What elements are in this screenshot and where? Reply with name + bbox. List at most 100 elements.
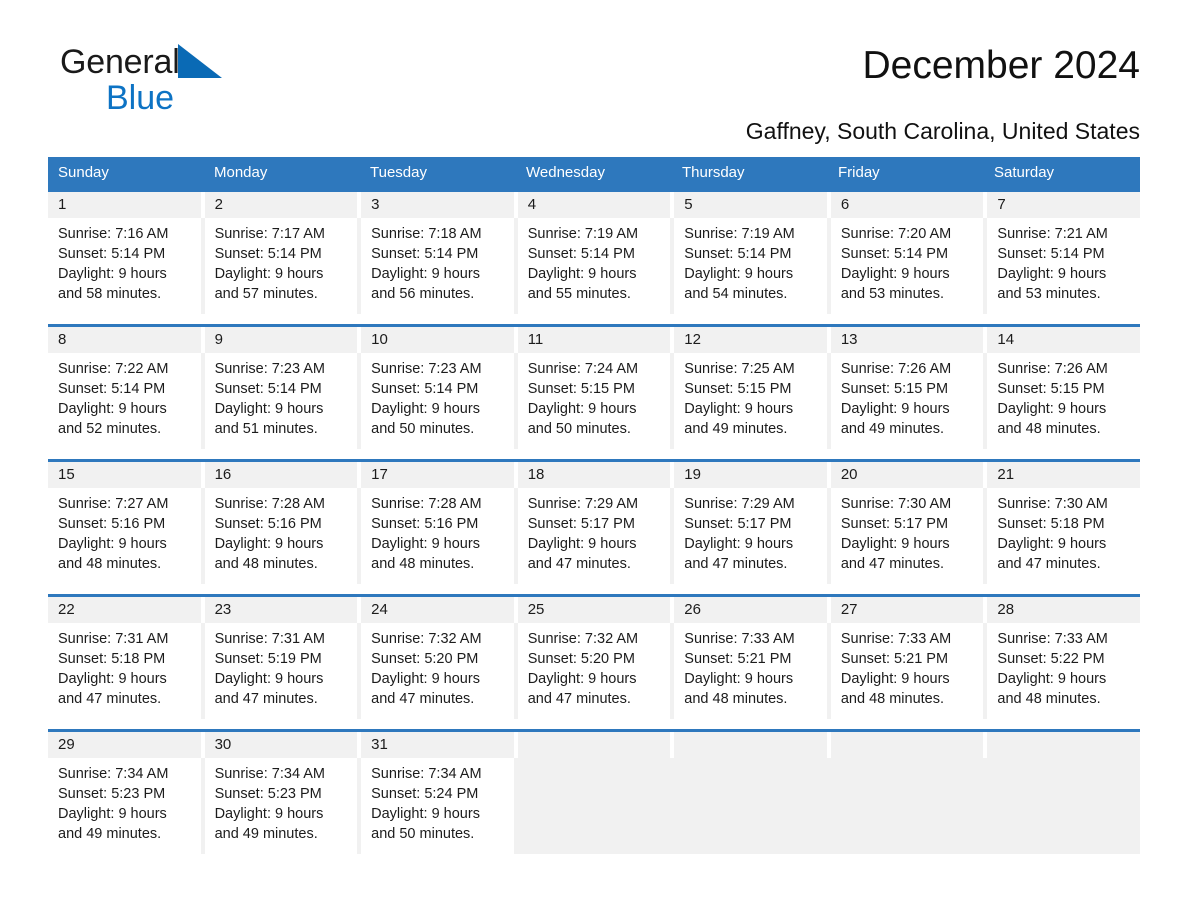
daylight-text-line2: and 47 minutes. <box>997 556 1101 572</box>
day-cell[interactable]: 1 Sunrise: 7:16 AM Sunset: 5:14 PM Daylight… <box>48 192 205 314</box>
logo-text-blue: Blue <box>106 79 175 117</box>
day-details <box>518 758 671 854</box>
day-cell[interactable]: 19 Sunrise: 7:29 AM Sunset: 5:17 PM Dayligh… <box>674 462 831 584</box>
day-cell[interactable]: 7 Sunrise: 7:21 AM Sunset: 5:14 PM Daylight… <box>987 192 1140 314</box>
daylight-text-line2: and 47 minutes. <box>58 691 162 707</box>
daylight-text-line2: and 48 minutes. <box>997 421 1101 437</box>
day-cell[interactable]: 6 Sunrise: 7:20 AM Sunset: 5:14 PM Daylight… <box>830 192 987 314</box>
day-cell[interactable]: 23 Sunrise: 7:31 AM Sunset: 5:19 PM Dayligh… <box>204 597 361 719</box>
week-row: 8 Sunrise: 7:22 AM Sunset: 5:14 PM Daylight… <box>48 324 1140 449</box>
sunrise-text: Sunrise: 7:16 AM <box>58 226 169 242</box>
day-details: Sunrise: 7:29 AM Sunset: 5:17 PM Daylight:… <box>674 488 827 584</box>
day-cell[interactable]: 28 Sunrise: 7:33 AM Sunset: 5:22 PM Dayligh… <box>987 597 1140 719</box>
day-details: Sunrise: 7:33 AM Sunset: 5:21 PM Daylight:… <box>674 623 827 719</box>
sunset-text: Sunset: 5:20 PM <box>527 651 635 667</box>
day-cell[interactable]: 14 Sunrise: 7:26 AM Sunset: 5:15 PM Dayligh… <box>987 327 1140 449</box>
day-details: Sunrise: 7:30 AM Sunset: 5:17 PM Daylight:… <box>830 488 984 584</box>
daylight-text-line1: Daylight: 9 hours <box>527 266 637 282</box>
day-cell[interactable]: 26 Sunrise: 7:33 AM Sunset: 5:21 PM Dayligh… <box>674 597 831 719</box>
day-number: 12 <box>684 331 701 348</box>
daylight-text-line2: and 48 minutes. <box>214 556 318 572</box>
day-number: 1 <box>58 196 67 213</box>
sunset-text: Sunset: 5:21 PM <box>840 651 949 667</box>
day-cell[interactable]: 24 Sunrise: 7:32 AM Sunset: 5:20 PM Dayligh… <box>361 597 518 719</box>
sunrise-text: Sunrise: 7:30 AM <box>840 496 952 512</box>
daylight-text-line2: and 48 minutes. <box>840 691 945 707</box>
sunset-text: Sunset: 5:14 PM <box>684 246 792 262</box>
daylight-text-line1: Daylight: 9 hours <box>371 806 480 822</box>
day-cell[interactable]: 4 Sunrise: 7:19 AM Sunset: 5:14 PM Daylight… <box>517 192 674 314</box>
day-details: Sunrise: 7:33 AM Sunset: 5:21 PM Daylight:… <box>830 623 984 719</box>
sunset-text: Sunset: 5:14 PM <box>997 246 1105 262</box>
day-number: 29 <box>58 736 75 753</box>
daylight-text-line2: and 47 minutes. <box>684 556 788 572</box>
day-cell[interactable]: 10 Sunrise: 7:23 AM Sunset: 5:14 PM Dayligh… <box>361 327 518 449</box>
daylight-text-line2: and 48 minutes. <box>58 556 162 572</box>
daylight-text-line1: Daylight: 9 hours <box>214 266 324 282</box>
weekday-header-monday: Monday <box>214 164 268 181</box>
page-title: December 2024 <box>862 44 1141 87</box>
sunrise-text: Sunrise: 7:33 AM <box>684 631 795 647</box>
day-cell[interactable]: 29 Sunrise: 7:34 AM Sunset: 5:23 PM Dayligh… <box>48 732 205 854</box>
daylight-text-line1: Daylight: 9 hours <box>58 671 167 687</box>
sunset-text: Sunset: 5:15 PM <box>527 381 635 397</box>
day-cell[interactable]: 27 Sunrise: 7:33 AM Sunset: 5:21 PM Dayligh… <box>830 597 987 719</box>
sunrise-text: Sunrise: 7:19 AM <box>527 226 639 242</box>
day-cell[interactable]: 9 Sunrise: 7:23 AM Sunset: 5:14 PM Daylight… <box>204 327 361 449</box>
day-cell[interactable]: 16 Sunrise: 7:28 AM Sunset: 5:16 PM Dayligh… <box>204 462 361 584</box>
day-cell[interactable]: 22 Sunrise: 7:31 AM Sunset: 5:18 PM Dayligh… <box>48 597 205 719</box>
sunrise-text: Sunrise: 7:29 AM <box>527 496 639 512</box>
daylight-text-line2: and 48 minutes. <box>684 691 788 707</box>
sunrise-text: Sunrise: 7:31 AM <box>58 631 169 647</box>
sunrise-text: Sunrise: 7:26 AM <box>997 361 1108 377</box>
week-row: 22 Sunrise: 7:31 AM Sunset: 5:18 PM Dayligh… <box>48 594 1140 719</box>
day-cell[interactable]: 15 Sunrise: 7:27 AM Sunset: 5:16 PM Dayligh… <box>48 462 205 584</box>
day-cell-empty <box>674 732 831 854</box>
sunset-text: Sunset: 5:20 PM <box>371 651 479 667</box>
day-number: 26 <box>684 601 701 618</box>
daylight-text-line1: Daylight: 9 hours <box>997 266 1107 282</box>
day-cell[interactable]: 18 Sunrise: 7:29 AM Sunset: 5:17 PM Dayligh… <box>517 462 674 584</box>
day-details: Sunrise: 7:19 AM Sunset: 5:14 PM Daylight:… <box>517 218 671 314</box>
day-number: 14 <box>997 331 1015 348</box>
sunrise-text: Sunrise: 7:23 AM <box>371 361 482 377</box>
day-cell[interactable]: 12 Sunrise: 7:25 AM Sunset: 5:15 PM Dayligh… <box>674 327 831 449</box>
day-cell[interactable]: 21 Sunrise: 7:30 AM Sunset: 5:18 PM Dayligh… <box>987 462 1140 584</box>
day-cell[interactable]: 3 Sunrise: 7:18 AM Sunset: 5:14 PM Daylight… <box>361 192 518 314</box>
day-cell[interactable]: 20 Sunrise: 7:30 AM Sunset: 5:17 PM Dayligh… <box>830 462 987 584</box>
day-cell[interactable]: 30 Sunrise: 7:34 AM Sunset: 5:23 PM Dayligh… <box>204 732 361 854</box>
day-cell[interactable]: 13 Sunrise: 7:26 AM Sunset: 5:15 PM Dayligh… <box>830 327 987 449</box>
sunrise-text: Sunrise: 7:23 AM <box>214 361 325 377</box>
sunset-text: Sunset: 5:21 PM <box>684 651 792 667</box>
title-block: December 2024 <box>863 44 1141 87</box>
day-cell[interactable]: 31 Sunrise: 7:34 AM Sunset: 5:24 PM Dayligh… <box>361 732 518 854</box>
day-cell[interactable]: 11 Sunrise: 7:24 AM Sunset: 5:15 PM Dayligh… <box>517 327 674 449</box>
daylight-text-line1: Daylight: 9 hours <box>840 536 950 552</box>
day-number <box>997 732 1140 758</box>
sunset-text: Sunset: 5:14 PM <box>58 381 166 397</box>
day-cell[interactable]: 25 Sunrise: 7:32 AM Sunset: 5:20 PM Dayligh… <box>517 597 674 719</box>
weekday-header-friday: Friday <box>838 164 880 181</box>
day-cell[interactable]: 17 Sunrise: 7:28 AM Sunset: 5:16 PM Dayligh… <box>361 462 518 584</box>
sunrise-text: Sunrise: 7:34 AM <box>371 766 482 782</box>
day-cell[interactable]: 5 Sunrise: 7:19 AM Sunset: 5:14 PM Daylight… <box>674 192 831 314</box>
day-cell[interactable]: 8 Sunrise: 7:22 AM Sunset: 5:14 PM Daylight… <box>48 327 205 449</box>
daylight-text-line1: Daylight: 9 hours <box>997 401 1107 417</box>
day-number: 7 <box>997 196 1006 213</box>
weekday-header-sunday: Sunday <box>58 164 109 181</box>
generalblue-logo[interactable]: General Blue <box>48 44 248 118</box>
day-details: Sunrise: 7:28 AM Sunset: 5:16 PM Daylight:… <box>204 488 358 584</box>
day-details: Sunrise: 7:34 AM Sunset: 5:23 PM Daylight:… <box>48 758 201 854</box>
week-row: 1 Sunrise: 7:16 AM Sunset: 5:14 PM Daylight… <box>48 189 1140 314</box>
day-cell[interactable]: 2 Sunrise: 7:17 AM Sunset: 5:14 PM Daylight… <box>204 192 361 314</box>
sunrise-text: Sunrise: 7:34 AM <box>58 766 169 782</box>
sunset-text: Sunset: 5:18 PM <box>58 651 166 667</box>
day-details: Sunrise: 7:25 AM Sunset: 5:15 PM Daylight:… <box>674 353 827 449</box>
day-number: 13 <box>840 331 858 348</box>
sunset-text: Sunset: 5:23 PM <box>58 786 166 802</box>
daylight-text-line1: Daylight: 9 hours <box>371 266 480 282</box>
logo-triangle-icon <box>177 44 222 78</box>
weekday-header-saturday: Saturday <box>994 164 1055 181</box>
day-number: 28 <box>997 601 1015 618</box>
day-details: Sunrise: 7:27 AM Sunset: 5:16 PM Daylight:… <box>48 488 201 584</box>
